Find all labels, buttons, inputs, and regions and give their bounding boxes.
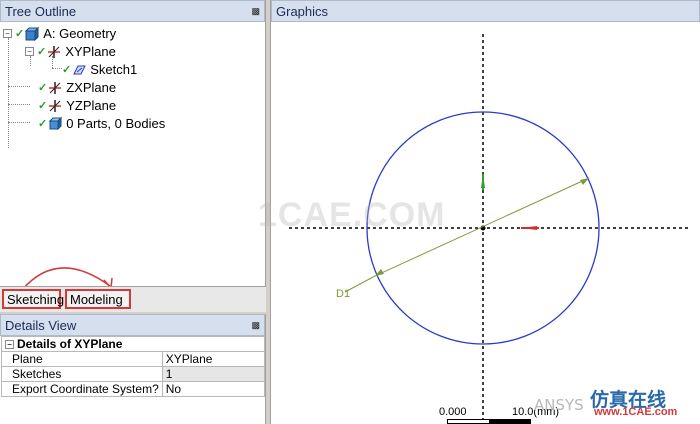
tree-outline-header: Tree Outline ▩: [0, 0, 265, 22]
graphics-header: Graphics: [271, 0, 700, 22]
tree-item-label: Sketch1: [90, 62, 138, 77]
watermark: 1CAE.COM: [258, 196, 446, 234]
pin-icon[interactable]: ▩: [251, 6, 260, 17]
dimension-arrow-icon: [580, 178, 589, 185]
tree-item-yzplane[interactable]: ✓ YZPlane: [38, 97, 116, 114]
app-window: Tree Outline ▩ − ✓ A: Geometry − ✓ XYPla…: [0, 0, 700, 424]
dimension-label[interactable]: D1: [336, 288, 350, 300]
check-icon: ✓: [37, 46, 47, 58]
tree-item-parts-bodies[interactable]: ✓ 0 Parts, 0 Bodies: [38, 115, 165, 132]
details-row-sketches[interactable]: Sketches 1: [1, 366, 266, 382]
parts-bodies-icon: [49, 116, 63, 130]
details-key: Export Coordinate System?: [1, 381, 163, 397]
tab-sketching[interactable]: Sketching: [2, 289, 64, 309]
details-value[interactable]: 1: [161, 366, 266, 382]
tree-item-label: A: Geometry: [43, 26, 117, 41]
details-view-header: Details View ▩: [0, 314, 265, 336]
tree-item-sketch1[interactable]: ✓ Sketch1: [62, 61, 137, 78]
geometry-icon: [25, 26, 40, 41]
scale-bar: [447, 419, 531, 424]
details-key: Plane: [1, 351, 163, 367]
details-view-panel: Details View ▩ − Details of XYPlane Plane…: [0, 314, 266, 424]
check-icon: ✓: [15, 28, 25, 40]
tab-modeling[interactable]: Modeling: [65, 289, 131, 309]
tree-item-xyplane[interactable]: − ✓ XYPlane: [25, 43, 116, 60]
check-icon: ✓: [38, 100, 48, 112]
details-value[interactable]: XYPlane: [161, 351, 266, 367]
details-row-export-cs[interactable]: Export Coordinate System? No: [1, 381, 266, 397]
tree-body: − ✓ A: Geometry − ✓ XYPlane ✓ Sketch1 ✓ …: [0, 22, 265, 291]
check-icon: ✓: [62, 64, 72, 76]
tree-item-label: XYPlane: [65, 44, 116, 59]
brand-url: www.1CAE.com: [594, 406, 678, 418]
details-row-plane[interactable]: Plane XYPlane: [1, 351, 266, 367]
details-key: Sketches: [1, 366, 163, 382]
tree-item-label: ZXPlane: [66, 80, 117, 95]
details-group-label: Details of XYPlane: [17, 337, 123, 351]
tree-outline-panel: Tree Outline ▩ − ✓ A: Geometry − ✓ XYPla…: [0, 0, 266, 291]
tree-item-label: 0 Parts, 0 Bodies: [66, 116, 166, 131]
details-value[interactable]: No: [161, 381, 266, 397]
sketch-icon: [73, 65, 87, 74]
check-icon: ✓: [38, 118, 48, 130]
scale-left-label: 0.000: [439, 406, 467, 418]
tree-item-zxplane[interactable]: ✓ ZXPlane: [38, 79, 116, 96]
pin-icon[interactable]: ▩: [251, 320, 260, 331]
tree-outline-title: Tree Outline: [5, 3, 77, 19]
plane-axes-icon: [48, 45, 61, 58]
plane-axes-icon: [49, 81, 62, 94]
graphics-title: Graphics: [276, 3, 329, 19]
collapse-icon[interactable]: −: [25, 47, 34, 56]
collapse-icon[interactable]: −: [5, 340, 14, 350]
plane-axes-icon: [49, 99, 62, 112]
tree-item-label: YZPlane: [66, 98, 117, 113]
collapse-icon[interactable]: −: [3, 29, 12, 38]
details-view-title: Details View: [5, 317, 77, 333]
check-icon: ✓: [38, 82, 48, 94]
ansys-watermark: ANSYS: [534, 396, 584, 414]
details-group-row[interactable]: − Details of XYPlane: [1, 336, 265, 352]
mode-tabs: Sketching Modeling: [0, 286, 266, 312]
left-column: Tree Outline ▩ − ✓ A: Geometry − ✓ XYPla…: [0, 0, 266, 424]
details-table: − Details of XYPlane Plane XYPlane Sketch…: [1, 336, 266, 397]
tree-item-geometry[interactable]: − ✓ A: Geometry: [3, 25, 116, 42]
